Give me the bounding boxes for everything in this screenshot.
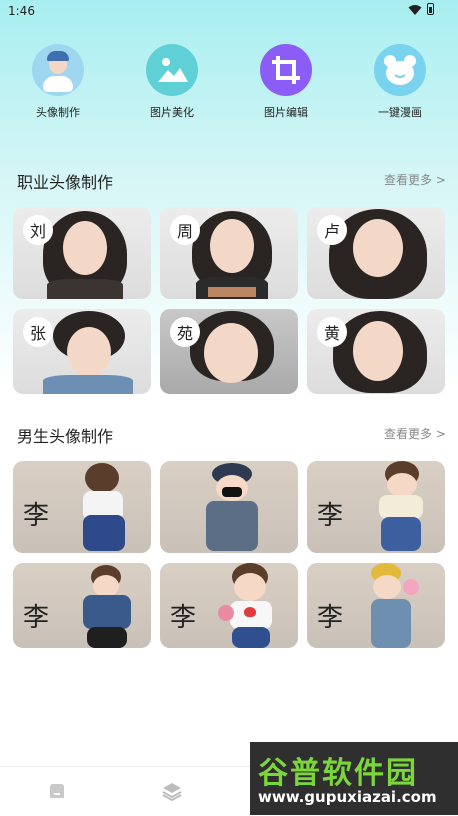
feature-label: 头像制作: [36, 106, 80, 119]
feature-label: 一键漫画: [378, 106, 422, 119]
surname-badge: 周: [170, 215, 200, 245]
boy-avatar-card[interactable]: 李: [307, 563, 445, 648]
pro-avatar-card[interactable]: 张: [13, 309, 151, 394]
pro-avatar-card[interactable]: 周: [160, 207, 298, 299]
home-icon[interactable]: [45, 779, 69, 803]
crop-icon: [260, 44, 312, 96]
surname-badge: 黄: [317, 317, 347, 347]
face-shape: [234, 573, 266, 601]
see-more-professional[interactable]: 查看更多 >: [384, 171, 446, 188]
face-shape: [373, 575, 401, 599]
feature-edit[interactable]: 图片编辑: [236, 44, 336, 120]
heart-shape: [244, 607, 256, 617]
feature-avatar-make[interactable]: 头像制作: [8, 44, 108, 120]
boy-avatar-card[interactable]: 李: [307, 461, 445, 553]
section-title-professional: 职业头像制作: [17, 173, 114, 192]
face-shape: [204, 323, 258, 383]
clothing-shape: [232, 627, 270, 648]
status-time: 1:46: [8, 4, 35, 18]
pro-avatar-card[interactable]: 苑: [160, 309, 298, 394]
feature-beautify[interactable]: 图片美化: [122, 44, 222, 120]
boy-avatar-card[interactable]: 李: [160, 563, 298, 648]
surname-badge: 卢: [317, 215, 347, 245]
clothing-shape: [371, 599, 411, 648]
surname-mark: 李: [170, 603, 197, 633]
bear-icon: [374, 44, 426, 96]
surname-mark: 李: [317, 603, 344, 633]
feature-label: 图片编辑: [264, 106, 308, 119]
clothing-shape: [87, 627, 127, 648]
hair-shape: [85, 463, 119, 493]
clothing-shape: [379, 495, 423, 519]
status-bar: 1:46: [0, 0, 458, 22]
clothing-shape: [381, 517, 421, 551]
layers-icon[interactable]: [160, 779, 184, 803]
surname-badge: 张: [23, 317, 53, 347]
battery-icon: [427, 3, 434, 15]
boy-avatar-card[interactable]: 李: [13, 563, 151, 648]
see-more-boy[interactable]: 查看更多 >: [384, 425, 446, 442]
bubble-gum-shape: [403, 579, 419, 595]
landscape-icon: [146, 44, 198, 96]
watermark-logo: 谷普软件园 www.gupuxiazai.com: [250, 742, 458, 815]
face-shape: [210, 219, 254, 273]
face-shape: [353, 219, 403, 277]
face-shape: [353, 321, 403, 381]
surname-badge: 刘: [23, 215, 53, 245]
face-shape: [63, 221, 107, 275]
face-shape: [387, 473, 417, 497]
watermark-title: 谷普软件园: [258, 756, 418, 791]
boy-avatar-card[interactable]: 李: [13, 461, 151, 553]
section-title-boy: 男生头像制作: [17, 427, 114, 446]
clothing-shape: [83, 595, 131, 629]
surname-mark: 李: [23, 501, 50, 531]
face-shape: [93, 575, 119, 597]
mask-shape: [222, 487, 242, 497]
clothing-shape: [43, 375, 133, 394]
pro-avatar-card[interactable]: 刘: [13, 207, 151, 299]
surname-mark: 李: [317, 501, 344, 531]
wifi-icon: [408, 5, 422, 15]
feature-label: 图片美化: [150, 106, 194, 119]
surname-badge: 苑: [170, 317, 200, 347]
clothing-shape: [47, 279, 123, 299]
feature-row: 头像制作 图片美化 图片编辑 一键漫画: [0, 44, 458, 134]
clothing-shape: [83, 515, 125, 551]
boy-avatar-card[interactable]: [160, 461, 298, 553]
avatar-icon: [32, 44, 84, 96]
pro-avatar-card[interactable]: 卢: [307, 207, 445, 299]
feature-comic[interactable]: 一键漫画: [350, 44, 450, 120]
watermark-url: www.gupuxiazai.com: [258, 788, 437, 806]
face-shape: [67, 327, 111, 377]
book-shape: [208, 287, 256, 297]
pro-avatar-card[interactable]: 黄: [307, 309, 445, 394]
flower-shape: [218, 605, 234, 621]
surname-mark: 李: [23, 603, 50, 633]
clothing-shape: [206, 501, 258, 551]
